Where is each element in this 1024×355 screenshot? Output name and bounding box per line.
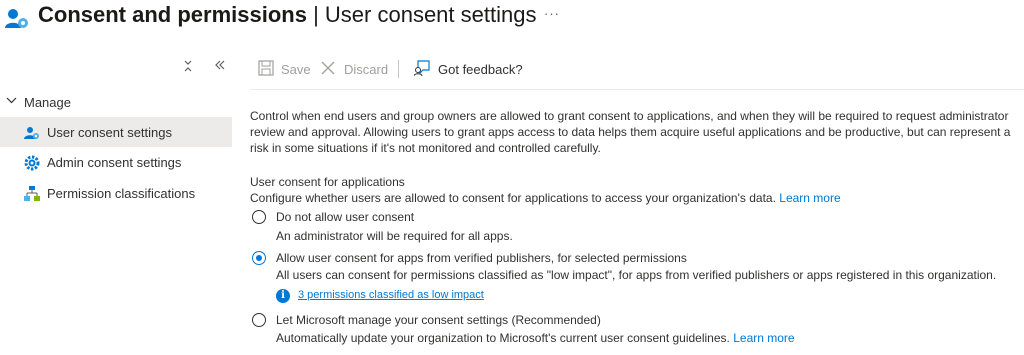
sidebar-item-user-consent-settings[interactable]: User consent settings: [0, 117, 232, 147]
discard-label: Discard: [344, 62, 389, 77]
low-impact-permissions-link[interactable]: 3 permissions classified as low impact: [298, 289, 484, 301]
chevron-down-icon: [6, 94, 17, 109]
option-description: Automatically update your organization t…: [276, 331, 795, 345]
user-gear-icon: [24, 125, 40, 141]
hierarchy-icon: [24, 186, 40, 202]
save-button[interactable]: Save: [258, 60, 311, 80]
radio-allow-verified-publishers[interactable]: [252, 251, 266, 265]
toolbar-divider: [398, 60, 399, 78]
collapse-icon[interactable]: [183, 60, 193, 75]
feedback-button[interactable]: Got feedback?: [413, 60, 524, 80]
intro-text: Control when end users and group owners …: [250, 109, 1011, 155]
double-chevron-left-icon[interactable]: [214, 58, 226, 75]
radio-microsoft-managed[interactable]: [252, 313, 266, 327]
option-label: Allow user consent for apps from verifie…: [276, 251, 687, 265]
toolbar-divider-line: [250, 89, 1024, 90]
option-label: Let Microsoft manage your consent settin…: [276, 313, 601, 327]
sidebar-item-label: Permission classifications: [47, 186, 196, 201]
section-title: User consent for applications: [250, 175, 405, 189]
sidebar-item-admin-consent-settings[interactable]: Admin consent settings: [0, 147, 232, 177]
page-title-main: Consent and permissions: [38, 2, 307, 27]
title-separator: |: [306, 2, 325, 27]
gear-icon: [24, 155, 40, 171]
discard-button[interactable]: Discard: [320, 60, 389, 80]
section-description-text: Configure whether users are allowed to c…: [250, 191, 776, 205]
feedback-icon: [413, 60, 430, 77]
page-title: Consent and permissions | User consent s…: [38, 2, 536, 28]
option-description: All users can consent for permissions cl…: [276, 268, 997, 282]
radio-do-not-allow[interactable]: [252, 210, 266, 224]
sidebar-item-permission-classifications[interactable]: Permission classifications: [0, 178, 232, 208]
learn-more-link[interactable]: Learn more: [733, 331, 794, 345]
sidebar-item-label: User consent settings: [47, 125, 173, 140]
more-options-button[interactable]: ···: [544, 6, 560, 21]
sidebar-item-label: Admin consent settings: [47, 155, 182, 170]
close-icon: [320, 60, 336, 76]
save-icon: [258, 60, 274, 76]
save-label: Save: [281, 62, 311, 77]
info-icon: i: [276, 289, 290, 303]
consent-app-icon: [4, 6, 30, 32]
option-description: An administrator will be required for al…: [276, 229, 513, 243]
option-label: Do not allow user consent: [276, 210, 415, 224]
section-description: Configure whether users are allowed to c…: [250, 191, 841, 205]
page-title-sub: User consent settings: [324, 2, 537, 27]
option-description-text: Automatically update your organization t…: [276, 331, 730, 345]
manage-label: Manage: [24, 95, 71, 110]
learn-more-link[interactable]: Learn more: [779, 191, 840, 205]
feedback-label: Got feedback?: [438, 62, 523, 77]
